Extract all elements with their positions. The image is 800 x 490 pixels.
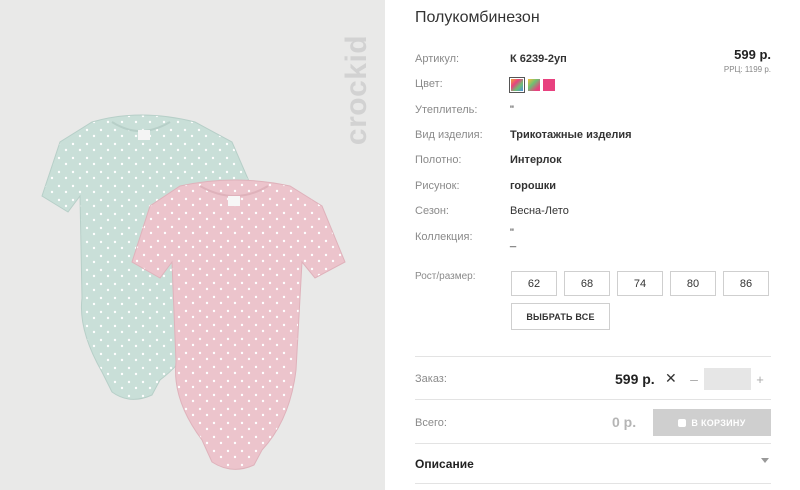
size-button-62[interactable]: 62 bbox=[511, 271, 557, 296]
description-toggle[interactable]: Описание bbox=[415, 457, 474, 471]
size-button-68[interactable]: 68 bbox=[564, 271, 610, 296]
attr-value-fabric: Интерлок bbox=[510, 154, 562, 166]
attr-value-product-type: Трикотажные изделия bbox=[510, 129, 632, 141]
attr-label-insulation: Утеплитель: bbox=[415, 104, 478, 116]
size-button-80[interactable]: 80 bbox=[670, 271, 716, 296]
divider bbox=[415, 483, 771, 484]
price: 599 р. bbox=[734, 47, 771, 62]
add-to-cart-button[interactable]: В КОРЗИНУ bbox=[653, 409, 771, 436]
shopping-bag-icon bbox=[678, 418, 687, 427]
attr-label-collection: Коллекция: bbox=[415, 231, 473, 243]
page-title: Полукомбинезон bbox=[415, 9, 540, 26]
size-label: Рост/размер: bbox=[415, 271, 476, 282]
size-button-86[interactable]: 86 bbox=[723, 271, 769, 296]
order-unit-price: 599 р. bbox=[615, 371, 655, 387]
size-button-74[interactable]: 74 bbox=[617, 271, 663, 296]
divider bbox=[415, 443, 771, 444]
attr-label-pattern: Рисунок: bbox=[415, 180, 460, 192]
divider bbox=[415, 356, 771, 357]
attr-value-pattern: горошки bbox=[510, 180, 557, 192]
product-image[interactable]: crockid bbox=[0, 0, 385, 490]
order-label: Заказ: bbox=[415, 373, 447, 385]
attr-value-insulation: " bbox=[510, 104, 514, 116]
quantity-increase-button[interactable]: + bbox=[753, 368, 767, 390]
color-swatch-pink[interactable] bbox=[543, 79, 555, 91]
recommended-retail-price: РРЦ: 1199 р. bbox=[723, 65, 771, 74]
attr-label-season: Сезон: bbox=[415, 205, 449, 217]
color-swatch-multicolor-1[interactable] bbox=[509, 77, 525, 93]
bodysuits-illustration bbox=[41, 114, 346, 470]
attr-label-product-type: Вид изделия: bbox=[415, 129, 483, 141]
multiply-icon: ✕ bbox=[665, 370, 677, 386]
divider bbox=[415, 399, 771, 400]
total-label: Всего: bbox=[415, 417, 447, 429]
quantity-input[interactable] bbox=[704, 368, 751, 390]
attr-label-fabric: Полотно: bbox=[415, 154, 462, 166]
product-info-panel: Полукомбинезон 599 р. РРЦ: 1199 р. Артик… bbox=[415, 0, 775, 490]
color-swatch-multicolor-2[interactable] bbox=[528, 79, 540, 91]
brand-logo: crockid bbox=[340, 34, 373, 146]
attr-value-collection: " _ bbox=[510, 227, 517, 248]
attr-value-season: Весна-Лето bbox=[510, 205, 569, 217]
add-to-cart-label: В КОРЗИНУ bbox=[691, 417, 746, 428]
attr-value-article: К 6239-2уп bbox=[510, 53, 567, 65]
chevron-down-icon[interactable] bbox=[761, 458, 769, 463]
attr-label-color: Цвет: bbox=[415, 78, 443, 90]
quantity-decrease-button[interactable]: – bbox=[687, 368, 701, 390]
attr-label-article: Артикул: bbox=[415, 53, 460, 65]
select-all-sizes-button[interactable]: ВЫБРАТЬ ВСЕ bbox=[511, 303, 610, 330]
total-value: 0 р. bbox=[612, 414, 637, 430]
